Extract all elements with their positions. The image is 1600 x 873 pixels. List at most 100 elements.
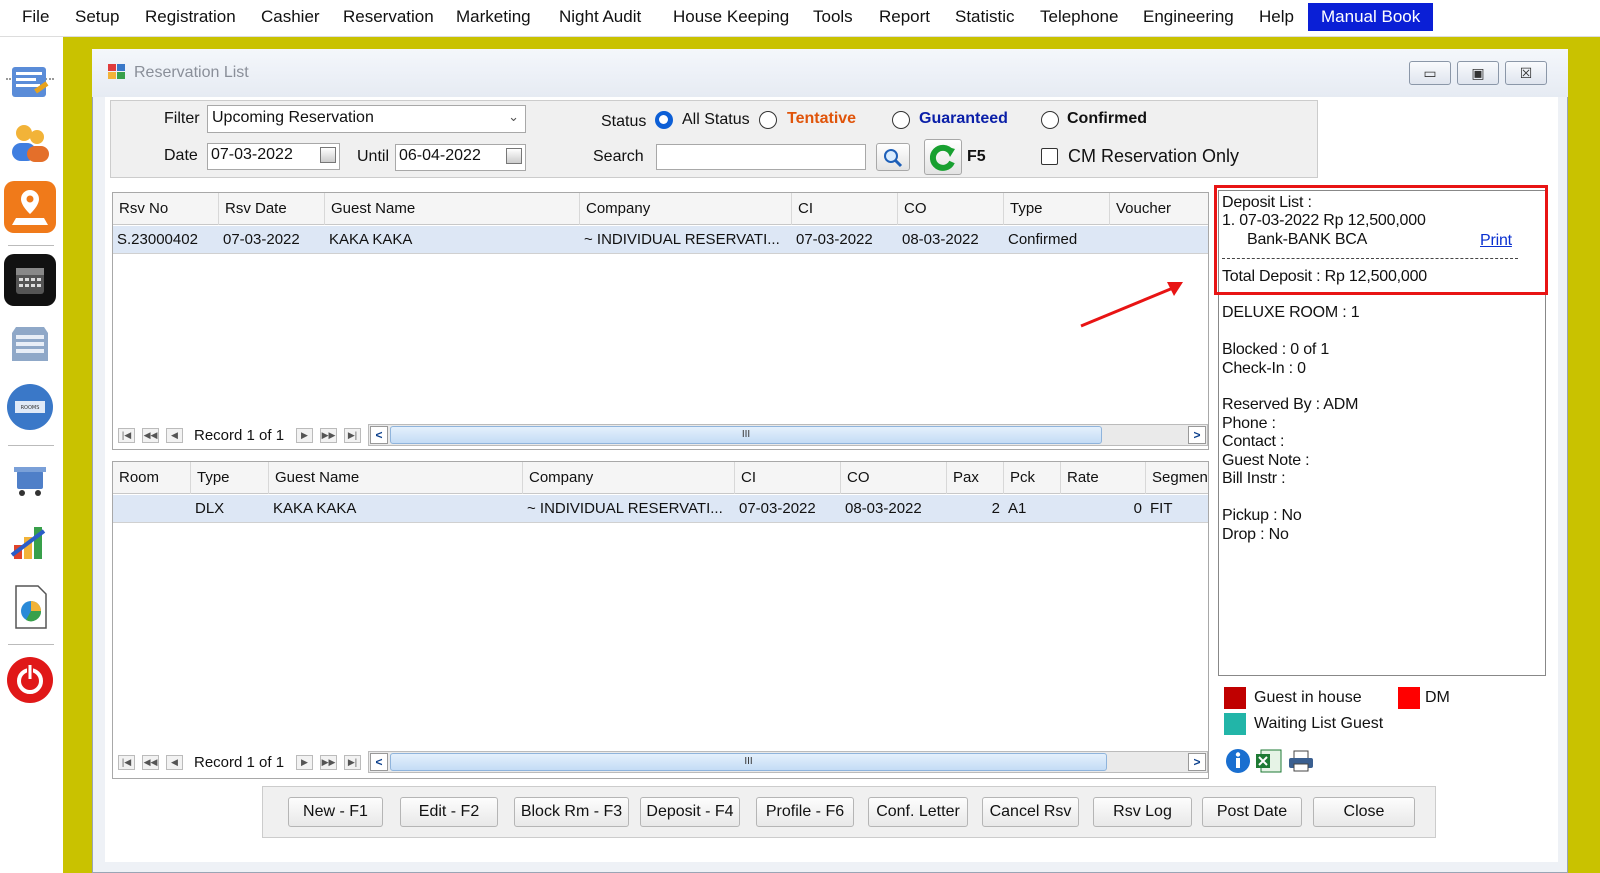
column-header[interactable]: CO [898,193,1004,225]
search-input[interactable] [656,144,866,170]
filter-dropdown[interactable]: Upcoming Reservation ⌄ [207,105,526,133]
menu-report[interactable]: Report [879,7,930,27]
cm-reservation-checkbox[interactable] [1041,148,1058,165]
registration-form-icon[interactable] [4,57,56,109]
hotel-building-icon[interactable] [4,317,56,369]
close-button[interactable]: Close [1313,797,1415,827]
restore-button[interactable]: ▣ [1457,61,1499,85]
last-record-icon[interactable]: ▶| [344,428,361,443]
prev-record-icon[interactable]: ◀ [166,428,183,443]
column-header[interactable]: Guest Name [325,193,580,225]
menu-house-keeping[interactable]: House Keeping [673,7,789,27]
menu-registration[interactable]: Registration [145,7,236,27]
column-header[interactable]: Rsv Date [219,193,325,225]
bar-chart-icon[interactable] [4,515,56,567]
first-record-icon[interactable]: |◀ [118,755,135,770]
menu-engineering[interactable]: Engineering [1143,7,1234,27]
status-confirmed-radio[interactable] [1041,111,1059,129]
next-record-icon[interactable]: ▶ [296,755,313,770]
calendar-icon[interactable] [4,254,56,306]
status-all-radio[interactable] [655,111,673,129]
calendar-picker-icon[interactable] [320,147,336,163]
scroll-left-icon[interactable]: < [370,753,388,771]
column-header[interactable]: Voucher [1110,193,1208,225]
column-header[interactable]: Type [1004,193,1110,225]
column-header[interactable]: Pax [947,462,1004,494]
table-row[interactable]: S.23000402 07-03-2022 KAKA KAKA ~ INDIVI… [113,226,1208,254]
scroll-thumb[interactable]: III [390,753,1107,771]
date-from-field[interactable]: 07-03-2022 [207,143,340,170]
new-button[interactable]: New - F1 [288,797,383,827]
first-record-icon[interactable]: |◀ [118,428,135,443]
last-record-icon[interactable]: ▶| [344,755,361,770]
refresh-button[interactable] [924,139,962,175]
excel-icon[interactable] [1255,748,1283,774]
scroll-left-icon[interactable]: < [370,426,388,444]
conf-letter-button[interactable]: Conf. Letter [868,797,968,827]
column-header[interactable]: Room [113,462,191,494]
menu-tools[interactable]: Tools [813,7,853,27]
column-header[interactable]: CI [792,193,898,225]
column-header[interactable]: Pck [1004,462,1061,494]
printer-icon[interactable] [1286,748,1316,774]
next-page-icon[interactable]: ▶▶ [320,428,337,443]
column-header[interactable]: Rsv No [113,193,219,225]
edit-button[interactable]: Edit - F2 [400,797,498,827]
menu-manual-book[interactable]: Manual Book [1308,3,1434,31]
post-date-button[interactable]: Post Date [1202,797,1302,827]
scroll-right-icon[interactable]: > [1188,426,1206,444]
horizontal-scrollbar[interactable]: < III > [368,751,1208,773]
column-header[interactable]: CO [841,462,947,494]
block-room-button[interactable]: Block Rm - F3 [514,797,629,827]
horizontal-scrollbar[interactable]: < III > [368,424,1208,446]
date-to-field[interactable]: 06-04-2022 [395,144,526,171]
column-header[interactable]: Company [580,193,792,225]
scroll-thumb[interactable]: III [390,426,1102,444]
menu-setup[interactable]: Setup [75,7,119,27]
close-window-button[interactable]: ☒ [1505,61,1547,85]
minimize-button[interactable]: ▭ [1409,61,1451,85]
next-record-icon[interactable]: ▶ [296,428,313,443]
column-header[interactable]: Type [191,462,269,494]
window-titlebar[interactable] [92,49,1568,97]
status-tentative-radio[interactable] [759,111,777,129]
menu-statistic[interactable]: Statistic [955,7,1015,27]
menu-marketing[interactable]: Marketing [456,7,531,27]
column-header[interactable]: Guest Name [269,462,523,494]
status-tentative-label[interactable]: Tentative [787,110,856,128]
prev-record-icon[interactable]: ◀ [166,755,183,770]
cancel-rsv-button[interactable]: Cancel Rsv [982,797,1079,827]
prev-page-icon[interactable]: ◀◀ [142,755,159,770]
column-header[interactable]: Rate [1061,462,1146,494]
menu-help[interactable]: Help [1259,7,1294,27]
shopping-cart-icon[interactable] [4,453,56,505]
power-icon[interactable] [4,654,56,706]
status-all-label[interactable]: All Status [682,111,750,129]
report-pie-icon[interactable] [4,580,56,632]
rooms-available-icon[interactable]: ROOMS [4,381,56,433]
status-confirmed-label[interactable]: Confirmed [1067,110,1147,128]
menu-cashier[interactable]: Cashier [261,7,320,27]
profile-button[interactable]: Profile - F6 [756,797,854,827]
location-map-icon[interactable] [4,181,56,233]
next-page-icon[interactable]: ▶▶ [320,755,337,770]
column-header[interactable]: Segmen [1146,462,1208,494]
calendar-picker-icon[interactable] [506,148,522,164]
menu-file[interactable]: File [22,7,49,27]
deposit-button[interactable]: Deposit - F4 [640,797,740,827]
rsv-log-button[interactable]: Rsv Log [1093,797,1192,827]
info-icon[interactable] [1225,748,1251,774]
guests-icon[interactable] [4,116,56,168]
status-guaranteed-label[interactable]: Guaranteed [919,110,1008,128]
column-header[interactable]: Company [523,462,735,494]
cm-reservation-label[interactable]: CM Reservation Only [1068,146,1239,167]
status-guaranteed-radio[interactable] [892,111,910,129]
menu-telephone[interactable]: Telephone [1040,7,1118,27]
search-button[interactable] [876,143,910,171]
scroll-right-icon[interactable]: > [1188,753,1206,771]
column-header[interactable]: CI [735,462,841,494]
menu-reservation[interactable]: Reservation [343,7,434,27]
table-row[interactable]: DLX KAKA KAKA ~ INDIVIDUAL RESERVATI... … [113,495,1208,523]
menu-night-audit[interactable]: Night Audit [559,7,641,27]
prev-page-icon[interactable]: ◀◀ [142,428,159,443]
